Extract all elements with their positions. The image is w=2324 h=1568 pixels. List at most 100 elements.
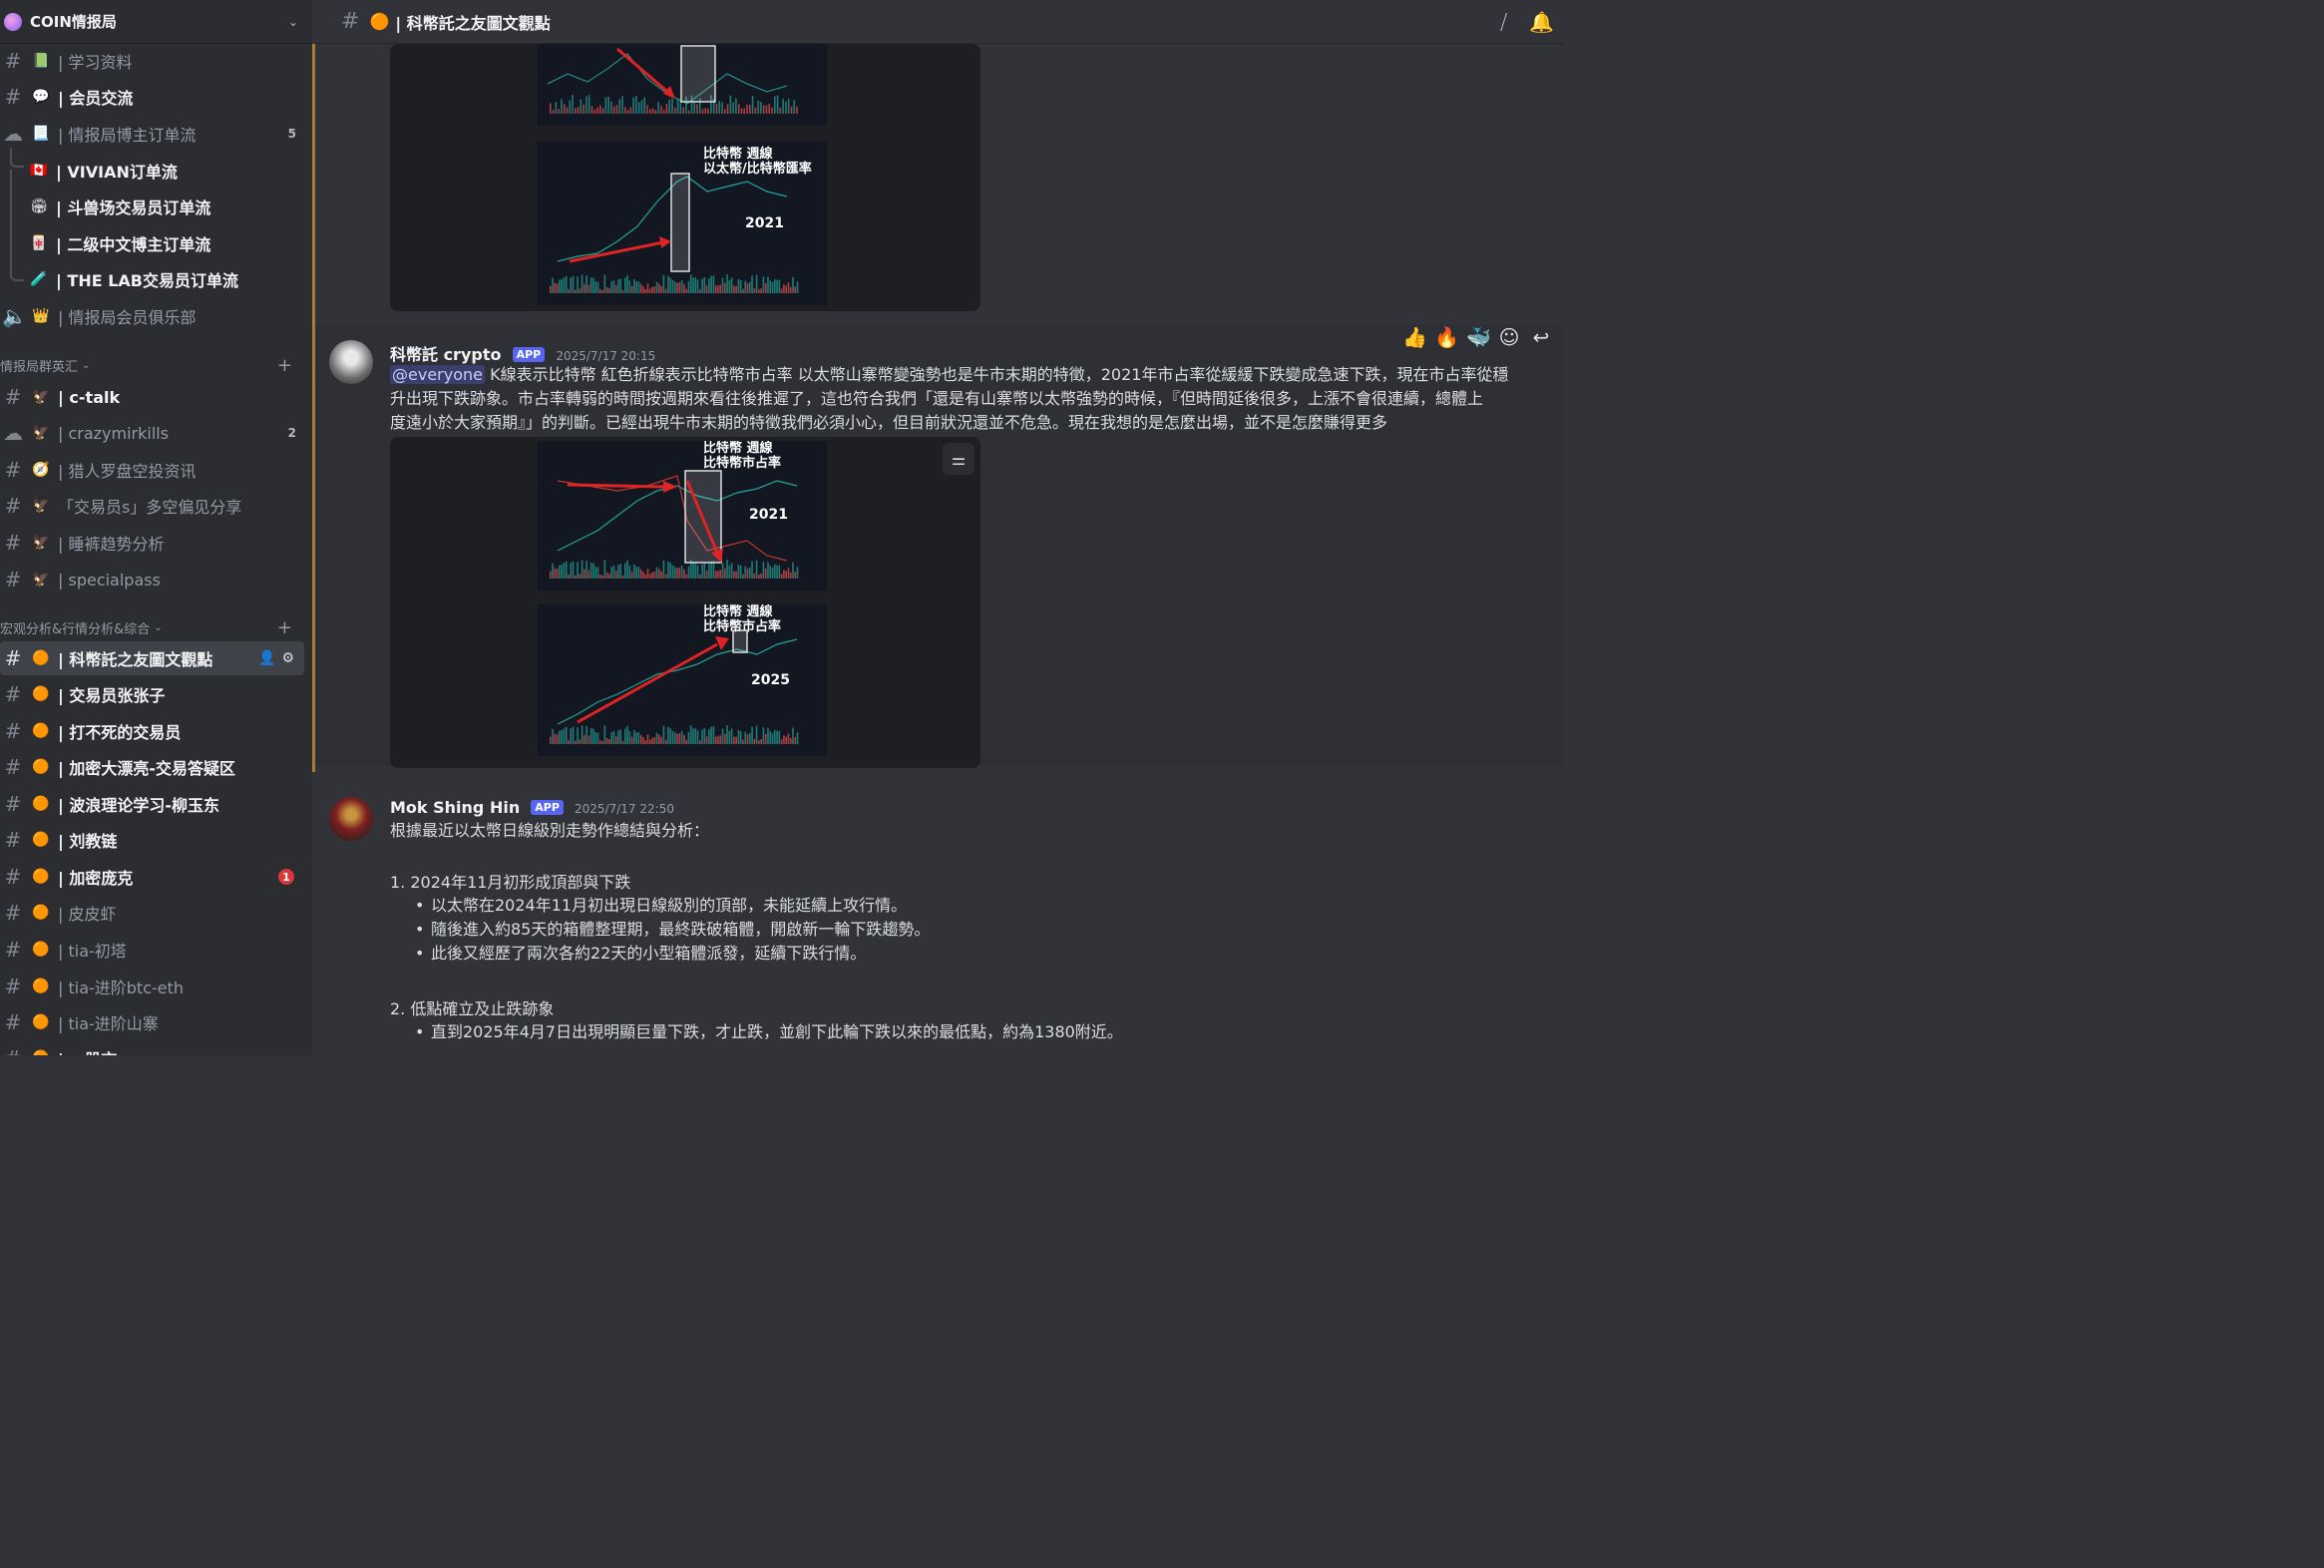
volume-bar	[669, 563, 672, 579]
channel-item-active[interactable]: # 🟠 | 科幣託之友圖文觀點 👤 ⚙	[0, 641, 304, 675]
chart-panel	[538, 44, 827, 126]
chevron-down-icon[interactable]: ⌄	[288, 15, 298, 29]
thread-hash-icon: #	[4, 682, 22, 706]
channel-item-forum[interactable]: ☁ 📃 | 情报局博主订单流 5	[0, 117, 304, 151]
reply-icon[interactable]: ↩	[1530, 325, 1552, 349]
channel-item[interactable]: # 🟠 | tia-进阶山寨	[0, 1005, 304, 1039]
section-title: 1. 2024年11月初形成頂部與下跌	[390, 873, 631, 892]
volume-bar	[590, 106, 593, 114]
thread-item[interactable]: 🀄 | 二级中文博主订单流	[20, 226, 304, 260]
thread-hash-icon: #	[4, 901, 22, 925]
volume-bar	[710, 726, 712, 744]
volume-bar	[561, 565, 563, 579]
channel-item[interactable]: # 🦅 | c-talk	[0, 380, 304, 414]
username[interactable]: Mok Shing Hin	[390, 798, 520, 817]
channel-item[interactable]: # 🟠 | 打不死的交易员	[0, 714, 304, 748]
thumbs-up-icon[interactable]: 👍	[1402, 325, 1427, 349]
add-reaction-icon[interactable]: ☺	[1498, 325, 1520, 349]
server-icon	[4, 12, 22, 31]
avatar[interactable]	[329, 797, 373, 841]
volume-bar	[755, 725, 758, 744]
volume-bar	[583, 734, 585, 744]
volume-bar	[628, 280, 631, 293]
category-header[interactable]: 情报局群英汇 ⌄ +	[0, 355, 298, 376]
volume-bar	[554, 568, 557, 579]
volume-bar	[789, 572, 792, 579]
channel-item[interactable]: # 🟠 | …股市	[0, 1041, 304, 1055]
channel-item[interactable]: # 🧭 | 猎人罗盘空投资讯	[0, 453, 304, 487]
username[interactable]: 科幣託 crypto	[390, 345, 501, 364]
volume-bar	[719, 735, 722, 744]
channel-item[interactable]: # 🦅 | specialpass	[0, 563, 304, 596]
volume-bar	[639, 734, 642, 744]
volume-bar	[585, 96, 587, 114]
channel-item[interactable]: # 🟠 | 加密大漂亮-交易答疑区	[0, 750, 304, 784]
volume-bar	[760, 574, 762, 579]
channel-item[interactable]: # 🟠 | 皮皮虾	[0, 896, 304, 930]
volume-bar	[771, 567, 774, 579]
channel-item[interactable]: # 🦅 「交易员s」多空偏见分享	[0, 489, 304, 523]
channel-item[interactable]: # 🟠 | 波浪理论学习-柳玉东	[0, 787, 304, 821]
whale-icon[interactable]: 🐳	[1466, 325, 1491, 349]
category-header[interactable]: 宏观分析&行情分析&综合 ⌄ +	[0, 617, 298, 638]
add-member-icon[interactable]: 👤	[258, 650, 275, 666]
volume-bar	[572, 95, 574, 114]
thread-item[interactable]: 🧪 | THE LAB交易员订单流	[20, 262, 304, 296]
gear-icon[interactable]: ⚙	[281, 650, 294, 666]
volume-bar	[612, 731, 615, 744]
volume-bar	[550, 571, 552, 579]
server-header[interactable]: COIN情报局 ⌄	[0, 0, 312, 44]
volume-bar	[708, 729, 710, 744]
volume-bar	[579, 739, 581, 744]
volume-bar	[679, 101, 682, 114]
volume-bar	[581, 274, 583, 293]
channel-item-voice[interactable]: 🔈 👑 | 情报局会员俱乐部	[0, 299, 304, 333]
chart-overlay-subtitle: 比特幣市占率	[703, 618, 781, 634]
channel-name: | c-talk	[58, 387, 121, 407]
add-channel-icon[interactable]: +	[277, 355, 292, 376]
volume-bar	[721, 563, 724, 579]
volume-bar	[724, 733, 726, 744]
attachment-image[interactable]: 比特幣 週線 比特幣市占率 2021 比特幣 週線 比特幣市占率 2025 ⚌	[390, 437, 980, 768]
thread-item[interactable]: 🇨🇦 | VIVIAN订单流	[20, 154, 304, 188]
channel-item-forum[interactable]: ☁ 🦅 | crazymirkills 2	[0, 416, 304, 450]
fire-icon[interactable]: 🔥	[1434, 325, 1459, 349]
bell-icon[interactable]: 🔔	[1529, 10, 1554, 34]
volume-bar	[628, 731, 631, 744]
volume-bar	[635, 732, 637, 744]
volume-bar	[783, 735, 785, 744]
volume-bar	[570, 277, 573, 293]
volume-bar	[550, 103, 552, 114]
channel-emoji: 🟠	[32, 942, 50, 958]
volume-bar	[581, 725, 583, 744]
channel-item[interactable]: # 📗 | 学习资料	[0, 44, 304, 78]
volume-bar	[653, 572, 656, 579]
channel-name: | tia-进阶山寨	[58, 1014, 159, 1033]
chart-panel: 比特幣 週線 比特幣市占率 2021	[538, 441, 827, 590]
volume-bar	[610, 102, 612, 114]
volume-bar	[687, 280, 690, 293]
volume-bar	[658, 734, 660, 744]
volume-bar	[581, 560, 583, 579]
attachment-image[interactable]: 比特幣 週線 以太幣/比特幣匯率 2021	[390, 44, 980, 311]
volume-bar	[580, 99, 582, 114]
volume-bar	[633, 564, 635, 579]
volume-bar	[739, 731, 742, 744]
channel-item[interactable]: # 💬 | 会员交流	[0, 80, 304, 114]
threads-icon[interactable]: ⧸	[1500, 10, 1507, 34]
mention[interactable]: @everyone	[390, 365, 485, 384]
thread-item[interactable]: 🏟 | 斗兽场交易员订单流	[20, 190, 304, 223]
add-channel-icon[interactable]: +	[277, 617, 292, 638]
channel-item[interactable]: # 🟠 | 加密庞克 1	[0, 860, 304, 894]
channel-item[interactable]: # 🟠 | tia-初塔	[0, 933, 304, 967]
channel-item[interactable]: # 🟠 | 交易员张张子	[0, 677, 304, 711]
volume-bar	[563, 277, 566, 293]
avatar[interactable]	[329, 340, 373, 384]
channel-item[interactable]: # 🟠 | tia-进阶btc-eth	[0, 970, 304, 1003]
channel-item[interactable]: # 🟠 | 刘教链	[0, 823, 304, 857]
volume-bar	[710, 275, 712, 293]
image-options-icon[interactable]: ⚌	[943, 443, 974, 475]
volume-bar	[550, 285, 552, 293]
channel-item[interactable]: # 🦅 | 睡裤趋势分析	[0, 526, 304, 560]
volume-bar	[753, 287, 756, 293]
